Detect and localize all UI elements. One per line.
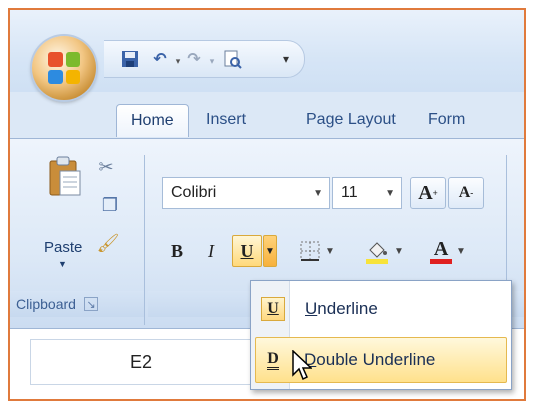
name-box[interactable]: E2 — [30, 339, 252, 385]
bold-button[interactable]: B — [162, 235, 192, 267]
clipboard-label-text: Clipboard — [16, 296, 76, 312]
tab-page-layout[interactable]: Page Layout — [306, 104, 396, 136]
double-underline-icon-letter: D — [267, 350, 279, 370]
font-size-value: 11 — [341, 184, 358, 201]
print-preview-icon[interactable] — [222, 49, 242, 69]
tab-formulas[interactable]: Form — [428, 104, 465, 136]
title-bar: ↶ ▾ ↷ ▾ ▾ — [10, 10, 524, 100]
group-separator — [144, 155, 145, 325]
copy-icon[interactable]: ❐ — [98, 193, 122, 217]
undo-icon[interactable]: ↶ — [150, 49, 170, 69]
customize-qat-icon[interactable]: ▾ — [276, 49, 296, 69]
redo-dropdown-icon[interactable]: ▾ — [202, 51, 222, 71]
double-underline-icon: D — [262, 349, 284, 371]
chevron-down-icon[interactable]: ▼ — [385, 188, 395, 199]
font-color-icon: A — [433, 237, 449, 260]
font-name-value: Colibri — [171, 184, 217, 201]
ribbon-tabs: Home Insert Page Layout Form — [10, 98, 524, 138]
underline-icon: U — [261, 297, 285, 321]
label-text: ouble Underline — [316, 350, 436, 369]
underline-menu: U Underline D Double Underline — [250, 280, 512, 390]
font-size-combo[interactable]: 11 ▼ — [332, 177, 402, 209]
underline-button[interactable]: U — [232, 235, 262, 267]
chevron-down-icon[interactable]: ▼ — [394, 246, 404, 257]
menu-item-label: Underline — [305, 299, 378, 319]
fill-color-button[interactable]: ▼ — [356, 235, 412, 267]
borders-button[interactable]: ▼ — [292, 235, 342, 267]
label-text: nderline — [317, 299, 378, 318]
redo-icon[interactable]: ↷ — [184, 49, 204, 69]
chevron-down-icon[interactable]: ▼ — [325, 246, 335, 257]
accelerator-key: U — [305, 299, 318, 318]
paste-button-label[interactable]: Paste — [44, 239, 82, 256]
menu-item-label: Double Underline — [304, 350, 435, 370]
mouse-pointer-icon — [292, 350, 312, 381]
shrink-font-button[interactable]: A- — [448, 177, 484, 209]
grow-font-button[interactable]: A + — [410, 177, 446, 209]
tab-insert[interactable]: Insert — [206, 104, 246, 136]
tab-home[interactable]: Home — [116, 104, 189, 137]
paste-dropdown-icon[interactable]: ▼ — [58, 259, 67, 269]
format-painter-icon[interactable]: 🖌 — [96, 231, 120, 255]
save-icon[interactable] — [120, 49, 140, 69]
font-color-button[interactable]: A ▼ — [420, 235, 476, 267]
quick-access-toolbar: ↶ ▾ ↷ ▾ ▾ — [104, 40, 305, 78]
cut-icon[interactable]: ✂ — [94, 155, 118, 179]
office-logo-icon — [48, 52, 80, 84]
office-button[interactable] — [32, 36, 96, 100]
font-color-swatch — [430, 258, 453, 264]
shrink-font-icon: A — [458, 184, 471, 201]
chevron-down-icon[interactable]: ▼ — [313, 188, 323, 199]
grow-font-icon: A — [418, 181, 433, 204]
underline-dropdown-icon[interactable]: ▼ — [263, 235, 277, 267]
underline-icon-letter: U — [267, 300, 279, 317]
excel-window: ↶ ▾ ↷ ▾ ▾ Home Insert Page Layout Form P… — [8, 8, 526, 401]
chevron-down-icon[interactable]: ▼ — [456, 246, 466, 257]
clipboard-group-label: Clipboard ↘ — [10, 291, 144, 317]
fill-color-icon — [366, 242, 389, 264]
menu-item-underline[interactable]: U Underline — [255, 287, 507, 331]
dialog-launcher-icon[interactable]: ↘ — [83, 297, 98, 311]
italic-button[interactable]: I — [196, 235, 226, 267]
paste-icon[interactable] — [48, 155, 82, 197]
borders-icon — [300, 241, 320, 261]
font-name-combo[interactable]: Colibri ▼ — [162, 177, 330, 209]
